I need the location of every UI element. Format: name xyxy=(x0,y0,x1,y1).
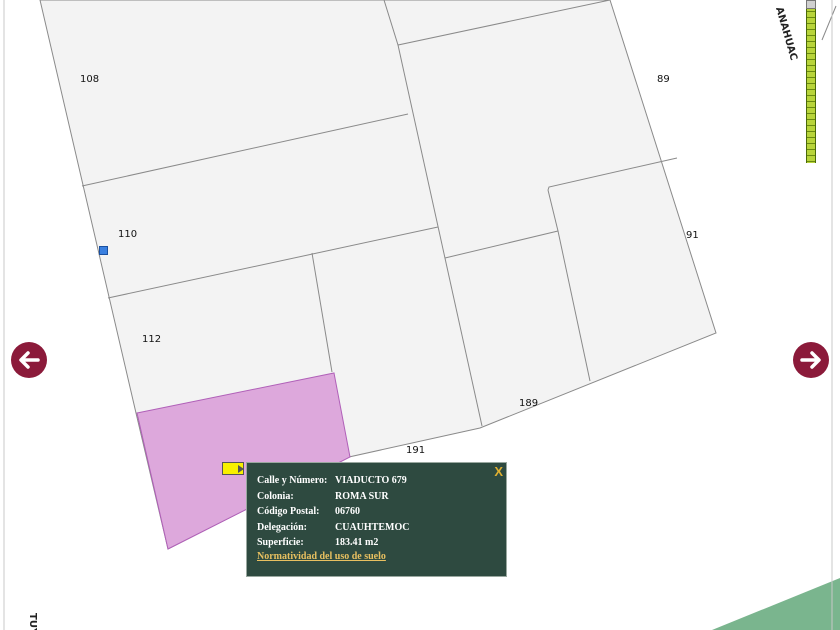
lot-label-89: 89 xyxy=(657,74,670,85)
info-key: Delegación: xyxy=(257,521,307,533)
zoom-slider-handle[interactable] xyxy=(806,0,816,9)
lot-label-189: 189 xyxy=(519,398,538,409)
info-key: Código Postal: xyxy=(257,506,320,517)
arrow-left-icon xyxy=(19,351,40,369)
lot-info-popup: X Calle y Número: VIADUCTO 679 Colonia: RO… xyxy=(246,462,507,577)
close-popup-button[interactable]: X xyxy=(494,464,503,479)
arrow-right-icon xyxy=(800,351,821,369)
info-value: 06760 xyxy=(335,506,360,517)
point-marker-icon[interactable] xyxy=(99,246,108,255)
info-value: VIADUCTO 679 xyxy=(335,475,407,486)
info-value: 183.41 m2 xyxy=(335,537,379,548)
street-label-anahuac: ANAHUAC xyxy=(773,6,799,62)
lot-info-rows: Calle y Número: VIADUCTO 679 Colonia: ROMA… xyxy=(257,475,409,553)
info-row-postal-code: Código Postal: 06760 xyxy=(257,506,409,522)
location-flag-icon[interactable] xyxy=(222,462,244,475)
pan-left-button[interactable] xyxy=(11,342,47,378)
map-viewport[interactable]: 108 89 110 91 112 189 191 ANAHUAC TUY X … xyxy=(0,0,840,630)
park-area xyxy=(712,578,840,630)
info-key: Colonia: xyxy=(257,490,294,502)
lot-label-191: 191 xyxy=(406,445,425,456)
info-row-delegacion: Delegación: CUAUHTEMOC xyxy=(257,522,409,538)
zoom-slider[interactable] xyxy=(806,0,816,163)
lot-label-110: 110 xyxy=(118,229,137,240)
info-row-colonia: Colonia: ROMA SUR xyxy=(257,491,409,507)
pan-right-button[interactable] xyxy=(793,342,829,378)
info-row-address: Calle y Número: VIADUCTO 679 xyxy=(257,475,409,491)
info-value: ROMA SUR xyxy=(335,490,389,502)
info-key: Calle y Número: xyxy=(257,475,328,486)
street-label-tuxpan: TUY xyxy=(27,613,38,630)
lot-label-112: 112 xyxy=(142,334,161,345)
lot-label-108: 108 xyxy=(80,74,99,85)
land-use-link[interactable]: Normatividad del uso de suelo xyxy=(257,551,386,562)
lot-label-91: 91 xyxy=(686,230,699,241)
info-key: Superficie: xyxy=(257,537,304,548)
info-value: CUAUHTEMOC xyxy=(335,521,410,533)
